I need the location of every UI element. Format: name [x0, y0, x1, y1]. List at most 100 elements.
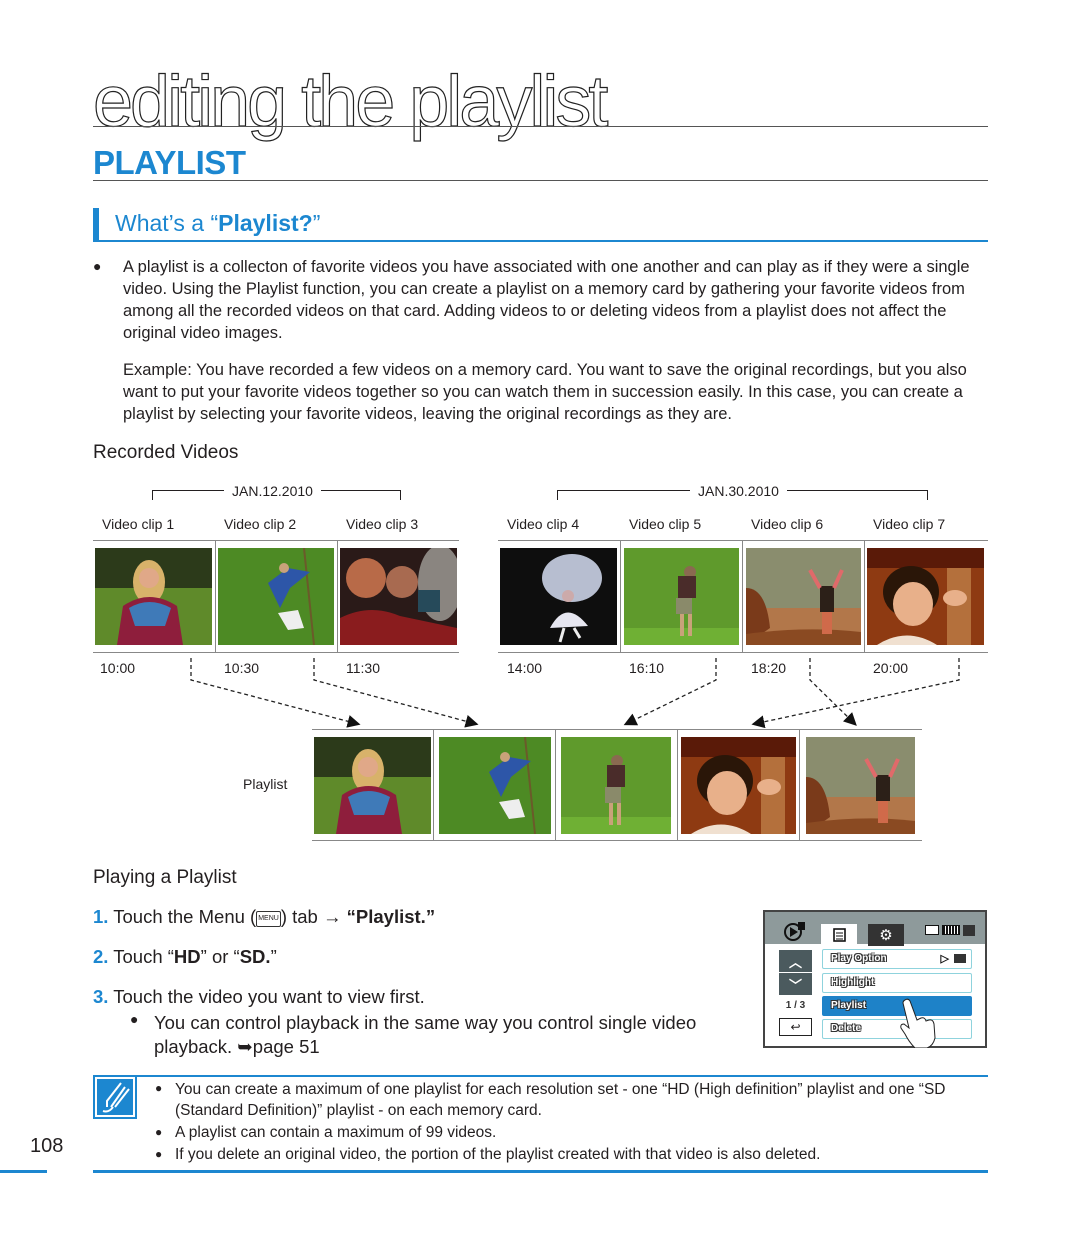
- chevron-down-icon: ﹀: [788, 977, 802, 993]
- step-bold: SD.: [239, 946, 271, 967]
- page-indicator: 1 / 3: [785, 1000, 806, 1011]
- subsection-prefix: What’s a “: [115, 210, 219, 236]
- divider: [555, 729, 556, 840]
- playlist-thumbnail-5[interactable]: [806, 737, 915, 834]
- battery-icon: [942, 925, 960, 935]
- step-text: Touch the video you want to view first.: [113, 986, 425, 1007]
- thumbnail-girl-with-umbrella[interactable]: [500, 548, 617, 645]
- man-kicking-ball-image: [439, 737, 551, 834]
- playlist-thumbnail-4[interactable]: [681, 737, 796, 834]
- playlist-thumbnail-1[interactable]: [314, 737, 431, 834]
- divider: [93, 126, 988, 127]
- playlist-label: Playlist: [243, 776, 288, 792]
- woman-jogging-image: [314, 737, 431, 834]
- divider: [312, 729, 922, 730]
- menu-item-play-option[interactable]: Play Option ▷: [822, 949, 972, 969]
- thumbnail-hiker-arms-raised[interactable]: [746, 548, 861, 645]
- arrows-diagram: [190, 658, 960, 729]
- menu-item-label: Highlight: [831, 977, 875, 988]
- woman-jogging-image: [95, 548, 212, 645]
- memory-card-icon: [925, 925, 939, 935]
- woman-smiling-image: [681, 737, 796, 834]
- subsection-title: What’s a “Playlist?”: [115, 210, 320, 237]
- back-button[interactable]: ↩: [779, 1018, 812, 1036]
- menu-list-icon: [833, 928, 846, 942]
- menu-item-highlight[interactable]: Highlight: [822, 973, 972, 993]
- thumbnail-two-men-smiling[interactable]: [340, 548, 457, 645]
- date-label: JAN.30.2010: [690, 483, 787, 499]
- step-text: ”: [270, 946, 277, 967]
- step-text: ) tab →: [280, 906, 347, 927]
- arrow-clip2: [313, 658, 479, 728]
- recorded-videos-heading: Recorded Videos: [93, 442, 239, 463]
- divider: [677, 729, 678, 840]
- playback-mode-icon[interactable]: [783, 920, 807, 942]
- arrow-clip6: [809, 658, 857, 726]
- step-bold: HD: [173, 946, 201, 967]
- step-bold: “Playlist.”: [346, 906, 436, 927]
- bullet-icon: ●: [93, 258, 102, 274]
- scroll-down-button[interactable]: ﹀: [779, 973, 812, 995]
- tab-menu[interactable]: [821, 924, 857, 946]
- hiker-arms-raised-image: [746, 548, 861, 645]
- arrow-clip5: [623, 658, 717, 726]
- divider: [312, 840, 922, 841]
- clip-label: Video clip 1: [102, 516, 175, 532]
- menu-item-playlist[interactable]: Playlist: [822, 996, 972, 1016]
- arrow-clip7: [751, 658, 960, 729]
- menu-item-delete[interactable]: Delete: [822, 1019, 972, 1039]
- step-text: ” or “: [200, 946, 240, 967]
- step-number: 3.: [93, 986, 109, 1007]
- divider: [215, 540, 216, 652]
- bullet-icon: ●: [155, 1081, 163, 1095]
- note-icon: [93, 1075, 137, 1119]
- touch-hand-icon: [900, 998, 936, 1048]
- divider: [93, 1075, 988, 1077]
- subsection-bold: Playlist?: [218, 210, 313, 236]
- divider: [799, 729, 800, 840]
- bullet-icon: ●: [155, 1125, 163, 1139]
- step-3: 3. Touch the video you want to view firs…: [93, 986, 425, 1008]
- divider: [93, 540, 459, 541]
- divider: [93, 180, 988, 181]
- man-kicking-ball-image: [218, 548, 334, 645]
- all-play-icon: [954, 954, 966, 963]
- divider: [433, 729, 434, 840]
- thumbnail-golfer-swinging[interactable]: [624, 548, 739, 645]
- play-icon: ▷: [940, 953, 949, 965]
- bullet-icon: ●: [130, 1011, 139, 1027]
- clip-label: Video clip 4: [507, 516, 580, 532]
- menu-item-label: Play Option: [831, 953, 887, 964]
- subsection-suffix: ”: [312, 210, 321, 236]
- thumbnail-woman-jogging[interactable]: [95, 548, 212, 645]
- divider: [620, 540, 621, 652]
- hiker-arms-raised-image: [806, 737, 915, 834]
- menu-item-label: Delete: [831, 1023, 862, 1034]
- two-men-smiling-image: [340, 548, 457, 645]
- clip-label: Video clip 3: [346, 516, 419, 532]
- divider: [93, 240, 988, 242]
- note-item: You can create a maximum of one playlist…: [175, 1081, 946, 1119]
- thumbnail-man-kicking-ball[interactable]: [218, 548, 334, 645]
- menu-item-label: Playlist: [831, 1000, 867, 1011]
- thumbnail-woman-smiling[interactable]: [867, 548, 984, 645]
- playlist-thumbnail-2[interactable]: [439, 737, 551, 834]
- scroll-up-button[interactable]: ︿: [779, 950, 812, 972]
- date-label: JAN.12.2010: [224, 483, 321, 499]
- status-icons: [925, 924, 981, 936]
- girl-with-umbrella-image: [500, 548, 617, 645]
- example-paragraph: Example: You have recorded a few videos …: [123, 361, 967, 423]
- tab-settings[interactable]: ⚙: [868, 924, 904, 946]
- note-item: A playlist can contain a maximum of 99 v…: [175, 1124, 497, 1141]
- golfer-swinging-image: [561, 737, 671, 834]
- chapter-title: editing the playlist: [92, 61, 609, 142]
- divider: [742, 540, 743, 652]
- divider: [864, 540, 865, 652]
- divider: [93, 1170, 988, 1173]
- page-number-bar: [0, 1170, 47, 1173]
- clip-label: Video clip 5: [629, 516, 702, 532]
- playlist-thumbnail-3[interactable]: [561, 737, 671, 834]
- subsection-marker: [93, 208, 99, 241]
- quality-icon: [963, 924, 975, 936]
- menu-key-icon: MENU: [256, 911, 281, 927]
